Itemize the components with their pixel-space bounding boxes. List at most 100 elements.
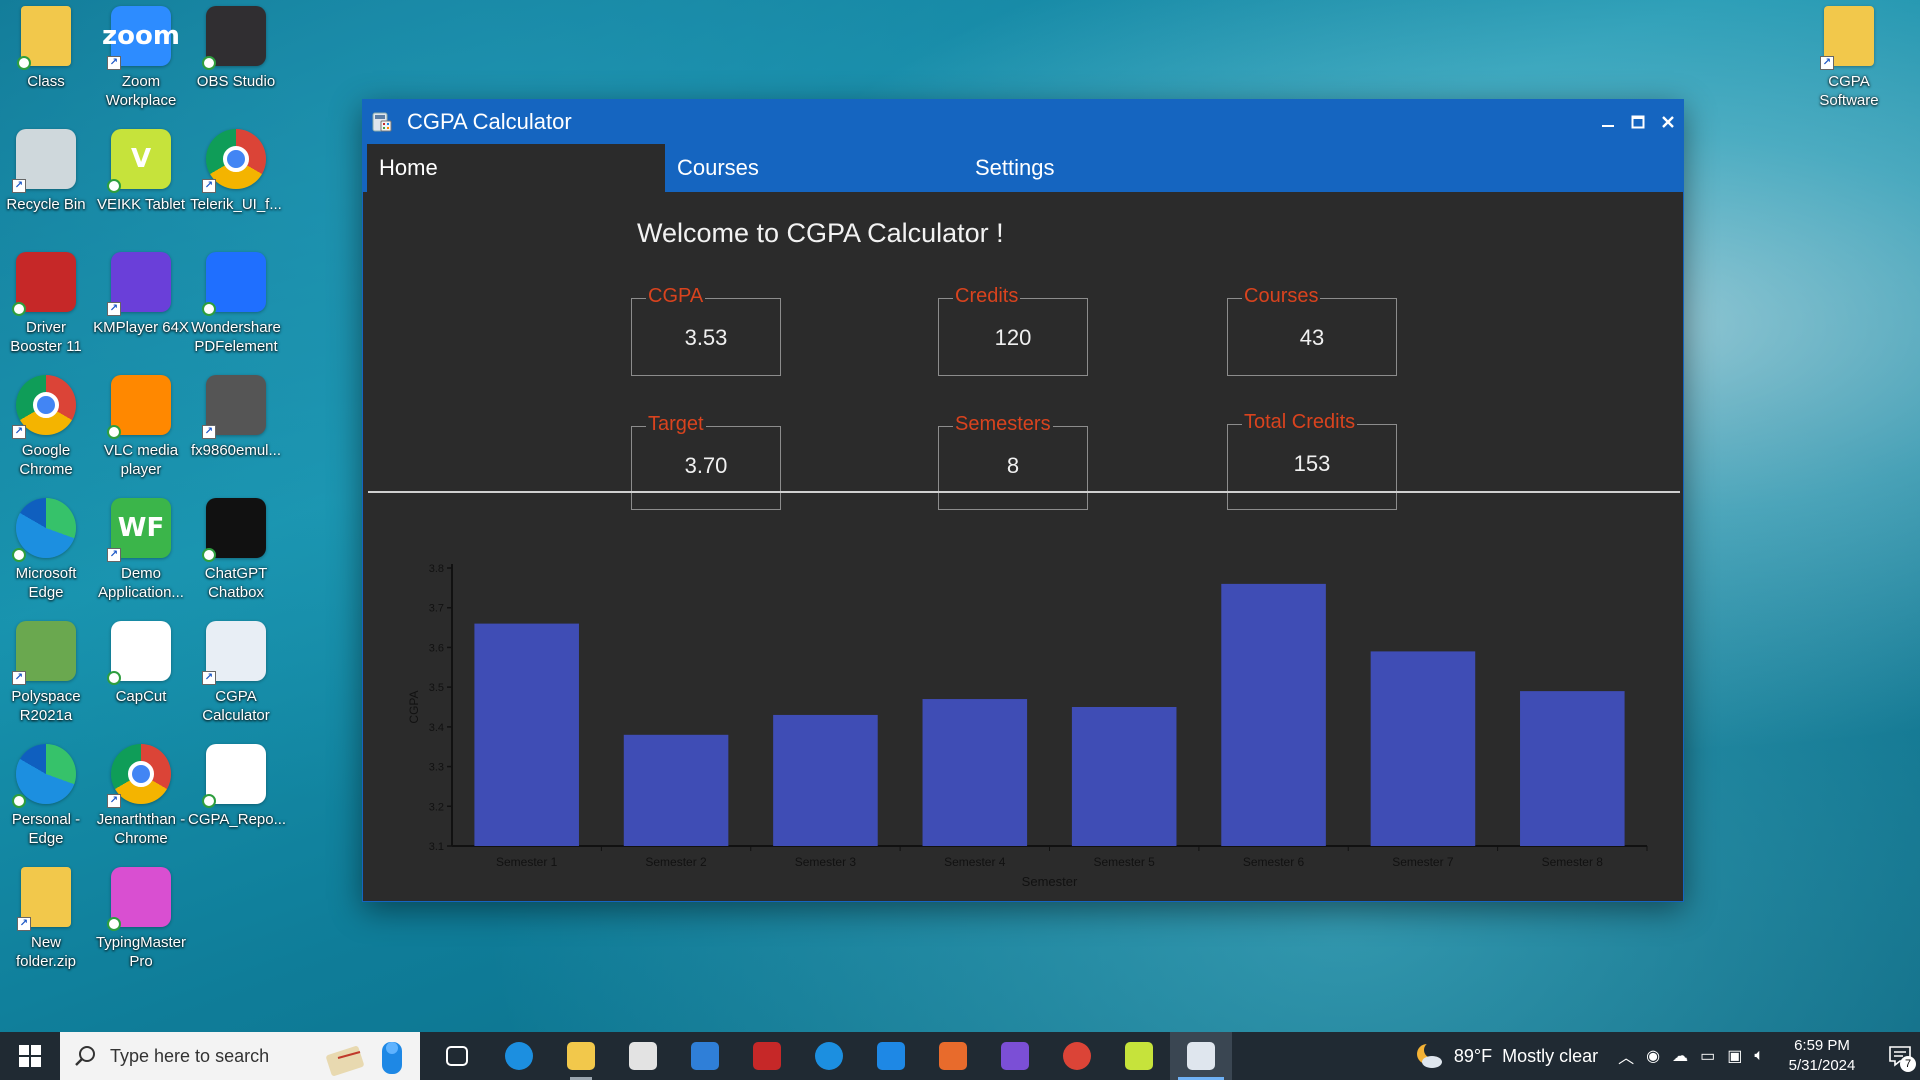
desktop-shortcut[interactable]: ↗ Recycle Bin	[0, 129, 92, 239]
clock[interactable]: 6:59 PM 5/31/2024	[1782, 1036, 1862, 1076]
calculator-icon: ↗	[202, 375, 266, 439]
desktop-shortcut-label: New folder.zip	[15, 934, 77, 970]
folder-icon: ↗	[1820, 6, 1874, 70]
onedrive-cloud-icon[interactable]: ☁	[1672, 1046, 1688, 1066]
desktop-shortcut[interactable]: WF ↗ Demo Application...	[95, 498, 187, 608]
y-tick-label: 3.1	[429, 841, 444, 853]
desktop-shortcut[interactable]: V VEIKK Tablet	[95, 129, 187, 239]
shortcut-arrow-icon: ↗	[202, 425, 216, 439]
y-tick-label: 3.3	[429, 762, 444, 774]
matlab-icon	[939, 1042, 967, 1070]
desktop-shortcut[interactable]: Wondershare PDFelement	[190, 252, 282, 362]
desktop-shortcut-label: VEIKK Tablet	[96, 196, 186, 213]
shortcut-arrow-icon: ↗	[202, 671, 216, 685]
taskbar-app-button[interactable]	[488, 1032, 550, 1080]
snipping-tool-icon	[1125, 1042, 1153, 1070]
desktop-shortcut[interactable]: ↗ CGPA Calculator	[190, 621, 282, 731]
battery-icon[interactable]: ▭	[1700, 1046, 1715, 1066]
desktop-shortcut[interactable]: ↗ New folder.zip	[0, 867, 92, 977]
vscode-icon	[877, 1042, 905, 1070]
notification-button[interactable]: 7	[1880, 1032, 1920, 1080]
sync-status-icon	[107, 425, 121, 439]
close-icon	[1662, 116, 1674, 128]
desktop-shortcut[interactable]: ChatGPT Chatbox	[190, 498, 282, 608]
network-icon[interactable]: ▣	[1727, 1046, 1742, 1066]
file-explorer-icon	[567, 1042, 595, 1070]
desktop-shortcut-label: Polyspace R2021a	[11, 688, 81, 724]
taskbar-app-button[interactable]	[426, 1032, 488, 1080]
minimize-icon	[1602, 125, 1614, 127]
y-tick-label: 3.8	[429, 563, 444, 575]
y-axis-title: CGPA	[407, 690, 421, 723]
taskbar-app-button[interactable]	[1108, 1032, 1170, 1080]
taskbar-app-button[interactable]	[922, 1032, 984, 1080]
desktop-shortcut-label: Driver Booster 11	[10, 319, 82, 355]
shortcut-arrow-icon: ↗	[12, 179, 26, 193]
taskbar-app-button[interactable]	[1170, 1032, 1232, 1080]
desktop-shortcut[interactable]: ↗ fx9860emul...	[190, 375, 282, 485]
desktop-shortcut[interactable]: ↗ Telerik_UI_f...	[190, 129, 282, 239]
taskbar-app-button[interactable]	[984, 1032, 1046, 1080]
desktop-shortcut-label: Recycle Bin	[6, 196, 86, 213]
taskbar-app-button[interactable]	[736, 1032, 798, 1080]
desktop-shortcut[interactable]: ↗ KMPlayer 64X	[93, 252, 189, 362]
shortcut-arrow-icon: ↗	[12, 425, 26, 439]
taskbar-app-button[interactable]	[1046, 1032, 1108, 1080]
desktop-shortcut[interactable]: Driver Booster 11	[0, 252, 92, 362]
tab-home[interactable]: Home	[367, 144, 665, 192]
sync-status-icon	[202, 56, 216, 70]
tab-home-label: Home	[379, 155, 438, 180]
desktop-shortcut[interactable]: ↗ CGPA Software	[1803, 6, 1895, 116]
chevron-up-icon[interactable]: ︿	[1618, 1044, 1634, 1068]
zip-folder-icon: ↗	[17, 867, 71, 931]
taskbar-app-button[interactable]	[798, 1032, 860, 1080]
wf-icon: WF ↗	[107, 498, 171, 562]
webcam-icon[interactable]: ◉	[1646, 1046, 1660, 1066]
shortcut-arrow-icon: ↗	[107, 302, 121, 316]
sync-status-icon	[202, 794, 216, 808]
desktop-shortcut-label: ChatGPT Chatbox	[204, 565, 268, 601]
desktop-shortcut[interactable]: CapCut	[95, 621, 187, 731]
desktop-shortcut[interactable]: zoom ↗ Zoom Workplace	[95, 6, 187, 116]
desktop-shortcut-label: OBS Studio	[196, 73, 276, 90]
kmplayer-icon: ↗	[107, 252, 171, 316]
desktop-shortcut[interactable]: Personal - Edge	[0, 744, 92, 854]
taskbar-app-button[interactable]	[612, 1032, 674, 1080]
start-button[interactable]	[0, 1032, 60, 1080]
title-bar[interactable]: CGPA Calculator	[363, 100, 1683, 144]
tab-settings-label: Settings	[975, 155, 1055, 180]
taskbar-app-button[interactable]	[674, 1032, 736, 1080]
chrome-icon	[1063, 1042, 1091, 1070]
x-tick-label: Semester 7	[1392, 855, 1454, 869]
shortcut-arrow-icon: ↗	[202, 179, 216, 193]
desktop-shortcut[interactable]: VLC media player	[95, 375, 187, 485]
taskbar-app-button[interactable]	[860, 1032, 922, 1080]
desktop-shortcut[interactable]: ↗ Google Chrome	[0, 375, 92, 485]
search-box[interactable]: Type here to search	[60, 1032, 420, 1080]
bar-6	[1221, 583, 1326, 846]
desktop-shortcut[interactable]: OBS Studio	[190, 6, 282, 116]
cgpa-calculator-window: CGPA Calculator Home Courses Settings We…	[362, 99, 1684, 902]
desktop-shortcut[interactable]: CGPA_Repo...	[188, 744, 286, 854]
close-button[interactable]	[1653, 107, 1683, 137]
y-tick-label: 3.6	[429, 642, 444, 654]
desktop-shortcut[interactable]: ↗ Polyspace R2021a	[0, 621, 92, 731]
desktop-shortcut[interactable]: TypingMaster Pro	[95, 867, 187, 977]
desktop-shortcut-label: KMPlayer 64X	[93, 319, 189, 336]
desktop-shortcut[interactable]: Microsoft Edge	[0, 498, 92, 608]
pdfelement-icon	[202, 252, 266, 316]
maximize-button[interactable]	[1623, 107, 1653, 137]
time: 6:59 PM	[1794, 1037, 1850, 1054]
desktop-shortcut[interactable]: Class	[0, 6, 92, 116]
volume-icon[interactable]: 🔈︎	[1754, 1047, 1764, 1065]
capcut-icon	[107, 621, 171, 685]
weather-widget[interactable]: 89°F Mostly clear	[1414, 1041, 1598, 1071]
taskbar-app-button[interactable]	[550, 1032, 612, 1080]
bar-4	[922, 699, 1028, 846]
minimize-button[interactable]	[1593, 107, 1623, 137]
desktop-shortcut[interactable]: ↗ Jenarththan - Chrome	[95, 744, 187, 854]
tab-settings[interactable]: Settings	[963, 144, 1261, 192]
chrome-icon: ↗	[12, 375, 76, 439]
tab-courses[interactable]: Courses	[665, 144, 963, 192]
cgpa-calculator-icon: ↗	[202, 621, 266, 685]
